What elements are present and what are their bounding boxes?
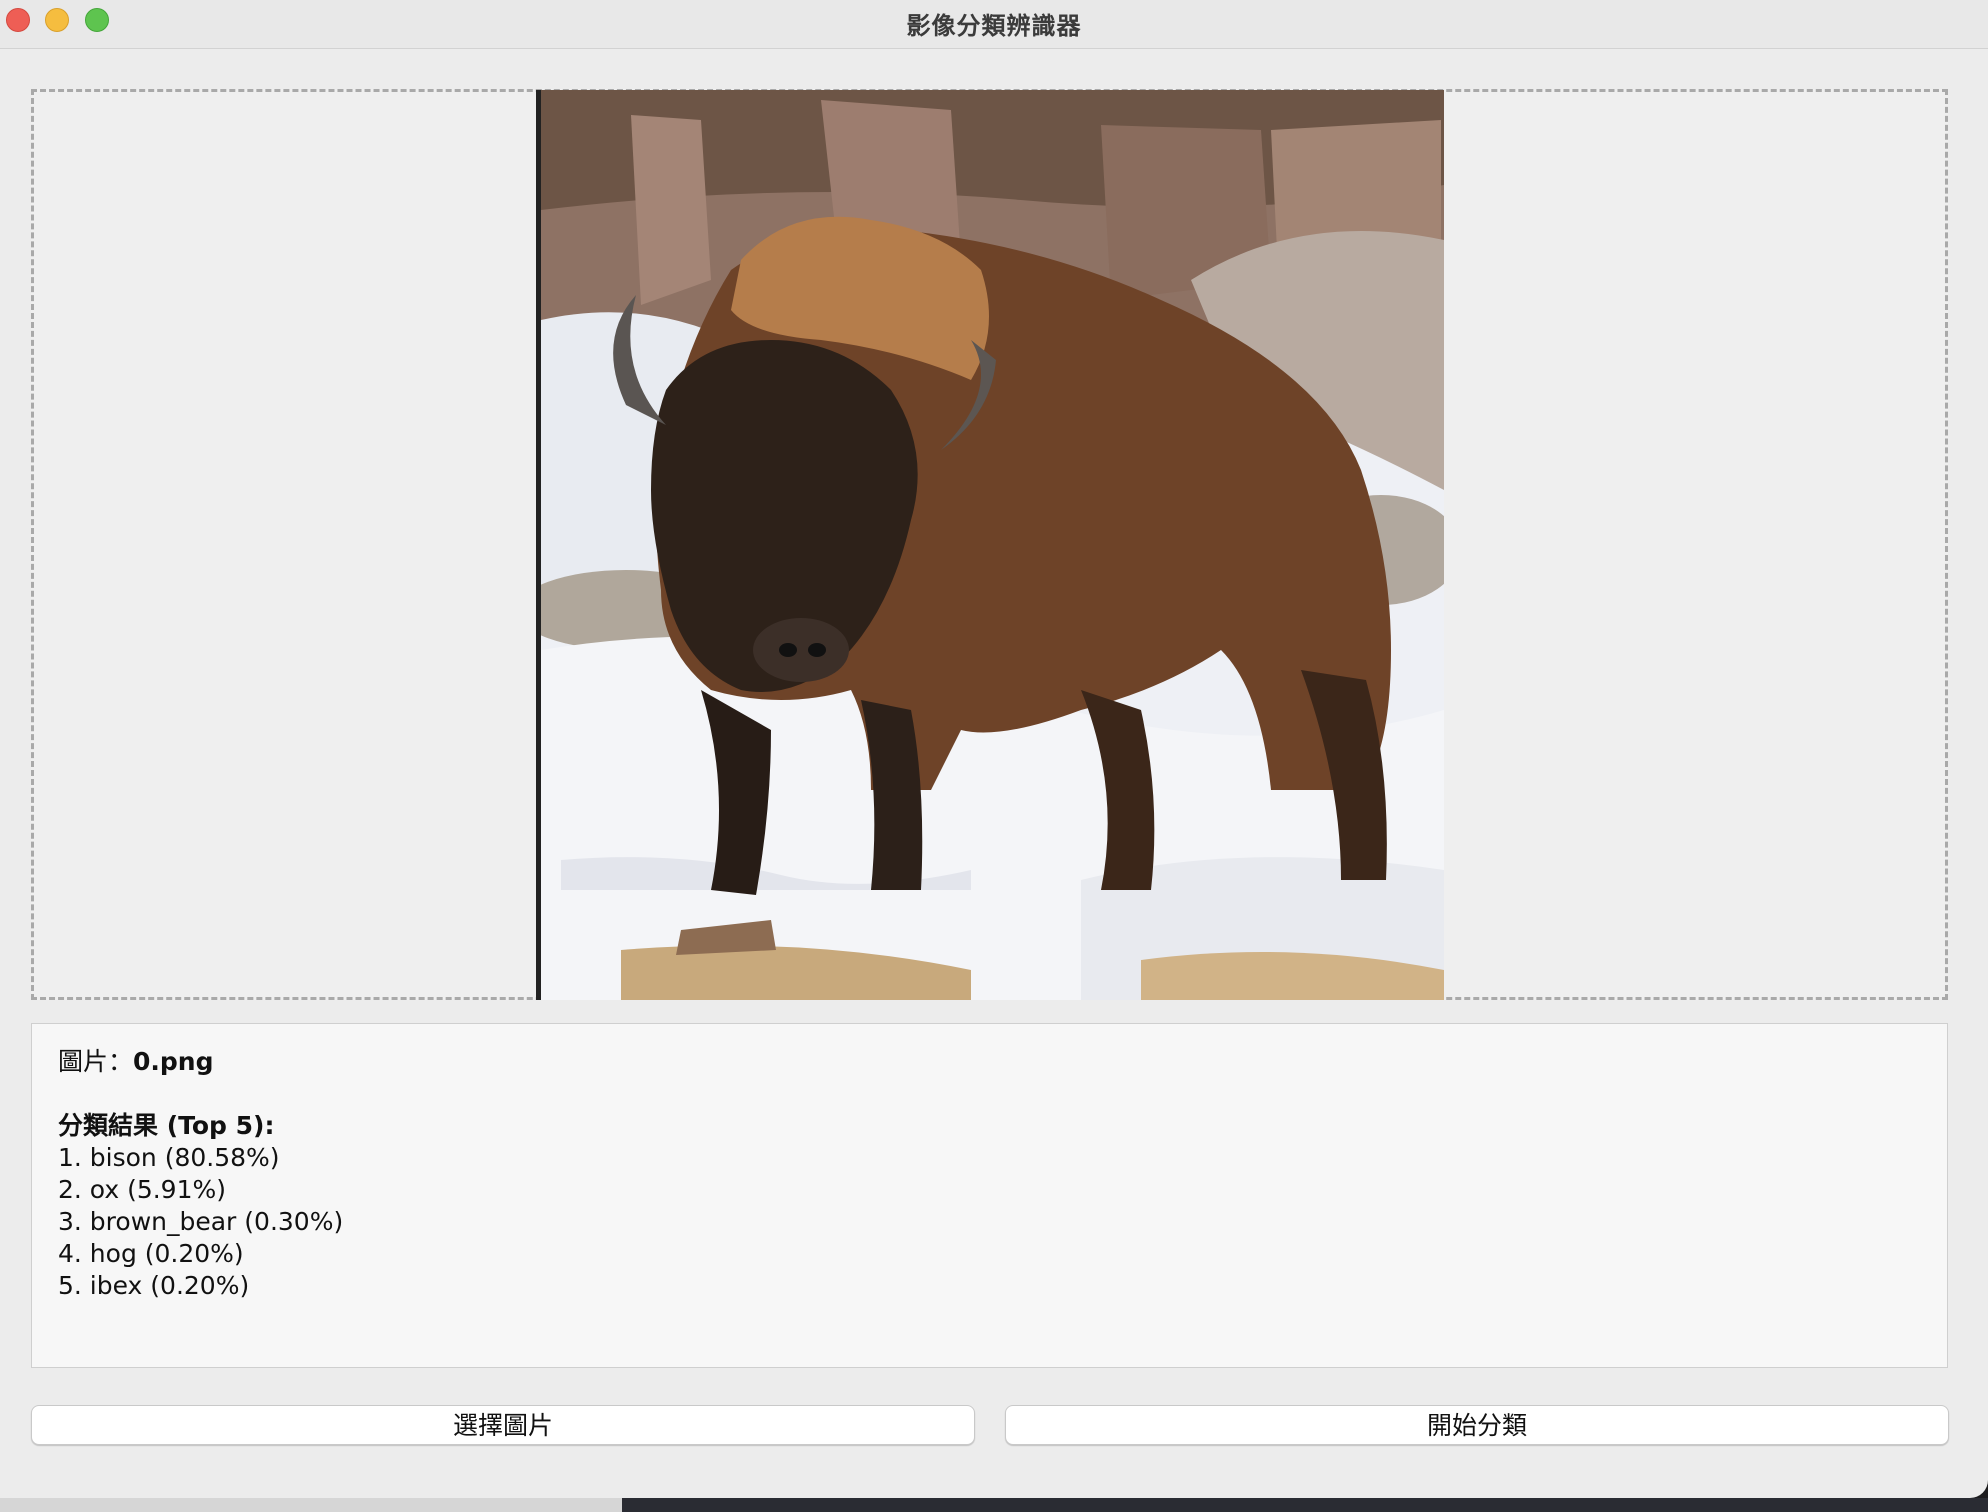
- result-item-1: 1. bison (80.58%): [58, 1143, 280, 1172]
- preview-image: [536, 90, 1444, 1000]
- results-spacer: [58, 1078, 1921, 1110]
- select-image-button[interactable]: 選擇圖片: [31, 1405, 975, 1445]
- title-bar: 影像分類辨識器: [0, 0, 1988, 49]
- background-window-strip: [0, 1498, 622, 1512]
- app-window: 影像分類辨識器 圖片：0.png 分類結果 (Top 5): 1. bison …: [0, 0, 1988, 1498]
- results-panel: 圖片：0.png 分類結果 (Top 5): 1. bison (80.58%)…: [31, 1023, 1948, 1368]
- window-title: 影像分類辨識器: [906, 12, 1082, 40]
- result-item-2: 2. ox (5.91%): [58, 1175, 226, 1204]
- result-item-5: 5. ibex (0.20%): [58, 1271, 250, 1300]
- result-item-3: 3. brown_bear (0.30%): [58, 1207, 344, 1236]
- file-label: 圖片：: [58, 1047, 134, 1076]
- start-classify-button[interactable]: 開始分類: [1005, 1405, 1949, 1445]
- file-name: 0.png: [133, 1047, 214, 1076]
- bison-photo-illustration: [541, 90, 1444, 1000]
- result-item-4: 4. hog (0.20%): [58, 1239, 244, 1268]
- background-dark-strip: [622, 1498, 1988, 1512]
- results-heading: 分類結果 (Top 5):: [58, 1111, 275, 1140]
- file-row: 圖片：0.png: [58, 1046, 1921, 1078]
